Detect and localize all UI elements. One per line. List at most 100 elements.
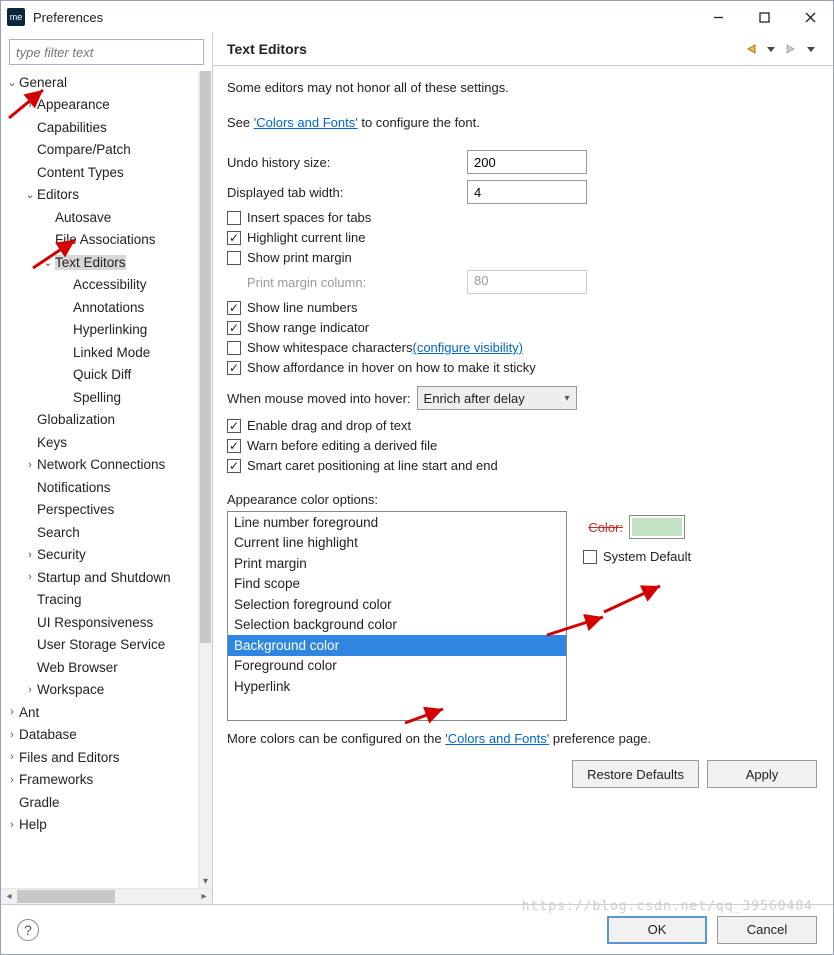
chevron-right-icon[interactable]: › <box>23 99 37 111</box>
maximize-button[interactable] <box>741 1 787 33</box>
undo-history-input[interactable] <box>467 150 587 174</box>
chevron-down-icon[interactable]: ⌄ <box>5 76 19 89</box>
tree-item[interactable]: ·Keys <box>1 431 198 454</box>
tree-item[interactable]: ·Hyperlinking <box>1 319 198 342</box>
color-option-item[interactable]: Foreground color <box>228 656 566 677</box>
tree-item[interactable]: ·Tracing <box>1 589 198 612</box>
apply-button[interactable]: Apply <box>707 760 817 788</box>
restore-defaults-button[interactable]: Restore Defaults <box>572 760 699 788</box>
cb-smart-caret[interactable]: Smart caret positioning at line start an… <box>227 458 817 473</box>
tree-item[interactable]: ›Files and Editors <box>1 746 198 769</box>
cb-system-default[interactable]: System Default <box>583 549 691 564</box>
tab-width-input[interactable] <box>467 180 587 204</box>
cb-highlight-line[interactable]: Highlight current line <box>227 230 817 245</box>
cb-print-margin[interactable]: Show print margin <box>227 250 817 265</box>
color-swatch-button[interactable] <box>629 515 685 539</box>
chevron-right-icon[interactable]: › <box>23 684 37 696</box>
cb-range-indicator[interactable]: Show range indicator <box>227 320 817 335</box>
nav-fwd-menu-icon[interactable] <box>803 41 819 57</box>
color-options-list[interactable]: Line number foregroundCurrent line highl… <box>227 511 567 721</box>
tree-item[interactable]: ⌄Editors <box>1 184 198 207</box>
tree-item[interactable]: ·Notifications <box>1 476 198 499</box>
tree-item[interactable]: ·Web Browser <box>1 656 198 679</box>
tree-item[interactable]: ·Capabilities <box>1 116 198 139</box>
chevron-right-icon[interactable]: › <box>5 774 19 786</box>
cb-affordance[interactable]: Show affordance in hover on how to make … <box>227 360 817 375</box>
content-area: ⌄General›Appearance·Capabilities·Compare… <box>1 33 833 904</box>
color-option-item[interactable]: Print margin <box>228 553 566 574</box>
tree-item[interactable]: ·Compare/Patch <box>1 139 198 162</box>
chevron-right-icon[interactable]: › <box>23 571 37 583</box>
tree-item[interactable]: ›Appearance <box>1 94 198 117</box>
tree-vscrollbar[interactable]: ▾ <box>198 71 212 888</box>
tree-item[interactable]: ·Gradle <box>1 791 198 814</box>
tree-item[interactable]: ·Globalization <box>1 409 198 432</box>
page-button-row: Restore Defaults Apply <box>227 760 817 788</box>
color-option-item[interactable]: Line number foreground <box>228 512 566 533</box>
page-title: Text Editors <box>227 41 307 57</box>
color-option-item[interactable]: Current line highlight <box>228 533 566 554</box>
chevron-right-icon[interactable]: › <box>5 706 19 718</box>
preferences-tree[interactable]: ⌄General›Appearance·Capabilities·Compare… <box>1 71 198 888</box>
cb-drag-drop[interactable]: Enable drag and drop of text <box>227 418 817 433</box>
chevron-right-icon[interactable]: › <box>5 819 19 831</box>
print-margin-column-row: Print margin column: 80 <box>247 270 817 294</box>
chevron-down-icon[interactable]: ⌄ <box>41 256 55 269</box>
nav-back-menu-icon[interactable] <box>763 41 779 57</box>
tree-item[interactable]: ·Content Types <box>1 161 198 184</box>
tree-item[interactable]: ›Network Connections <box>1 454 198 477</box>
ok-button[interactable]: OK <box>607 916 707 944</box>
tree-item[interactable]: ·Linked Mode <box>1 341 198 364</box>
nav-back-icon[interactable] <box>743 41 759 57</box>
color-option-item[interactable]: Hyperlink <box>228 676 566 697</box>
chevron-right-icon[interactable]: › <box>5 751 19 763</box>
tree-item[interactable]: ·Quick Diff <box>1 364 198 387</box>
chevron-right-icon[interactable]: › <box>23 549 37 561</box>
tree-item[interactable]: ·Accessibility <box>1 274 198 297</box>
tree-hscrollbar[interactable]: ◂ ▸ <box>1 888 212 904</box>
tree-item-label: Security <box>37 547 86 562</box>
minimize-button[interactable] <box>695 1 741 33</box>
tree-item[interactable]: ›Help <box>1 814 198 837</box>
tree-item-label: Hyperlinking <box>73 322 147 337</box>
tree-item-label: Globalization <box>37 412 115 427</box>
chevron-down-icon[interactable]: ⌄ <box>23 188 37 201</box>
tree-item[interactable]: ⌄General <box>1 71 198 94</box>
close-button[interactable] <box>787 1 833 33</box>
app-icon: me <box>7 8 25 26</box>
color-option-item[interactable]: Selection foreground color <box>228 594 566 615</box>
tree-item[interactable]: ·Spelling <box>1 386 198 409</box>
configure-visibility-link[interactable]: (configure visibility) <box>412 340 523 355</box>
chevron-right-icon[interactable]: › <box>23 459 37 471</box>
color-option-item[interactable]: Find scope <box>228 574 566 595</box>
help-icon[interactable]: ? <box>17 919 39 941</box>
cb-warn-derived[interactable]: Warn before editing a derived file <box>227 438 817 453</box>
cb-whitespace[interactable]: Show whitespace characters (configure vi… <box>227 340 817 355</box>
colors-fonts-link-bottom[interactable]: 'Colors and Fonts' <box>445 731 549 746</box>
tree-item[interactable]: ›Frameworks <box>1 769 198 792</box>
tree-item[interactable]: ·Search <box>1 521 198 544</box>
color-option-item[interactable]: Selection background color <box>228 615 566 636</box>
tree-item[interactable]: ·User Storage Service <box>1 634 198 657</box>
tree-item[interactable]: ·Autosave <box>1 206 198 229</box>
tree-item[interactable]: ·Perspectives <box>1 499 198 522</box>
cancel-button[interactable]: Cancel <box>717 916 817 944</box>
tree-item[interactable]: ·UI Responsiveness <box>1 611 198 634</box>
tree-item[interactable]: ›Security <box>1 544 198 567</box>
cb-line-numbers[interactable]: Show line numbers <box>227 300 817 315</box>
tree-item[interactable]: ›Database <box>1 724 198 747</box>
tree-item[interactable]: ›Workspace <box>1 679 198 702</box>
hover-mode-select[interactable]: Enrich after delay▾ <box>417 386 577 410</box>
tree-item[interactable]: ›Startup and Shutdown <box>1 566 198 589</box>
tree-item[interactable]: ⌄Text Editors <box>1 251 198 274</box>
cb-insert-spaces[interactable]: Insert spaces for tabs <box>227 210 817 225</box>
tree-item[interactable]: ·File Associations <box>1 229 198 252</box>
colors-fonts-link-top[interactable]: 'Colors and Fonts' <box>254 115 358 130</box>
tree-item-label: Text Editors <box>55 255 126 270</box>
color-option-item[interactable]: Background color <box>228 635 566 656</box>
tree-item[interactable]: ›Ant <box>1 701 198 724</box>
nav-fwd-icon[interactable] <box>783 41 799 57</box>
chevron-right-icon[interactable]: › <box>5 729 19 741</box>
tree-item[interactable]: ·Annotations <box>1 296 198 319</box>
filter-input[interactable] <box>9 39 204 65</box>
